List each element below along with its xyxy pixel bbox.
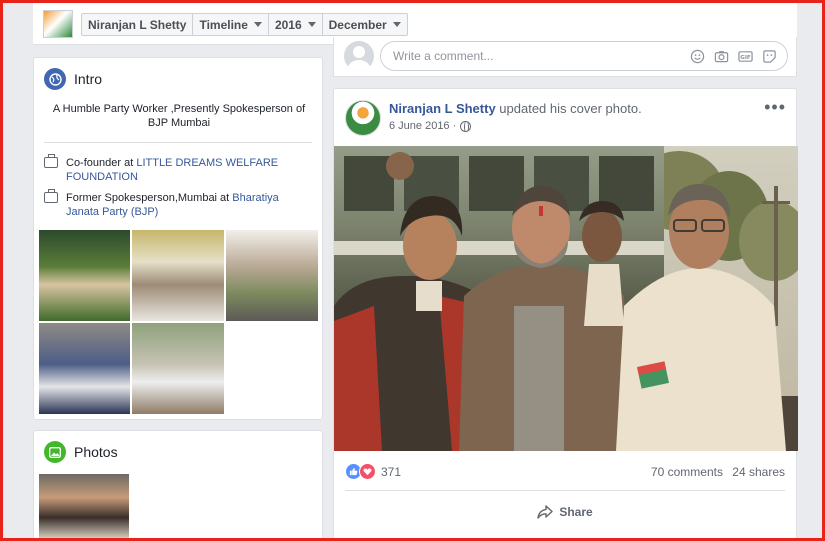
- intro-card: Intro A Humble Party Worker ,Presently S…: [33, 57, 323, 420]
- breadcrumb-name-label: Niranjan L Shetty: [88, 17, 187, 32]
- emoji-icon[interactable]: [690, 49, 705, 64]
- heart-icon: [359, 463, 376, 480]
- share-label: Share: [559, 505, 593, 519]
- comment-tools: GIF: [690, 49, 777, 64]
- chevron-down-icon: [307, 22, 316, 27]
- intro-bio: A Humble Party Worker ,Presently Spokesp…: [52, 103, 306, 129]
- cover-photo[interactable]: [334, 146, 798, 451]
- avatar: [344, 41, 374, 71]
- post-stats: 371 70 comments 24 shares: [345, 463, 785, 481]
- divider: [345, 490, 785, 491]
- breadcrumb-month-label: December: [328, 17, 387, 32]
- post-header: Niranjan L Shetty updated his cover phot…: [389, 101, 642, 116]
- profile-thumbnail[interactable]: [43, 10, 73, 38]
- svg-text:GIF: GIF: [740, 55, 751, 61]
- share-icon: [537, 505, 554, 519]
- featured-photo[interactable]: [131, 229, 225, 322]
- work-item: Former Spokesperson,Mumbai at Bharatiya …: [44, 189, 304, 219]
- photo-icon: [44, 441, 66, 463]
- work-role: Co-founder at: [66, 157, 137, 169]
- work-role: Former Spokesperson,Mumbai at: [66, 192, 233, 204]
- reaction-summary[interactable]: 371: [345, 463, 401, 480]
- breadcrumb: Niranjan L Shetty Timeline 2016 December: [81, 13, 408, 36]
- work-item: Co-founder at LITTLE DREAMS WELFARE FOUN…: [44, 154, 304, 184]
- engagement-counts: 70 comments 24 shares: [651, 465, 785, 479]
- photos-header: Photos: [44, 441, 118, 463]
- post-action: updated his cover photo.: [495, 101, 642, 116]
- featured-photo[interactable]: [38, 229, 131, 322]
- featured-photo[interactable]: [131, 322, 225, 415]
- comment-composer: Write a comment... GIF: [333, 37, 797, 77]
- chevron-down-icon: [392, 22, 401, 27]
- chevron-down-icon: [253, 22, 262, 27]
- divider: [44, 142, 312, 143]
- breadcrumb-month[interactable]: December: [323, 14, 407, 35]
- briefcase-icon: [44, 189, 58, 203]
- globe-icon: [44, 68, 66, 90]
- comment-count[interactable]: 70 comments: [651, 465, 723, 479]
- more-options-icon[interactable]: •••: [764, 97, 786, 118]
- photos-title[interactable]: Photos: [74, 444, 118, 460]
- intro-title: Intro: [74, 71, 103, 87]
- breadcrumb-year[interactable]: 2016: [269, 14, 323, 35]
- comment-input[interactable]: Write a comment... GIF: [380, 41, 788, 71]
- breadcrumb-year-label: 2016: [274, 17, 302, 32]
- gif-icon[interactable]: GIF: [738, 49, 753, 64]
- intro-header: Intro: [44, 68, 102, 90]
- featured-photo[interactable]: [38, 322, 131, 415]
- briefcase-icon: [44, 154, 58, 168]
- author-name[interactable]: Niranjan L Shetty: [389, 101, 496, 116]
- photos-card: Photos: [33, 430, 323, 541]
- comment-placeholder: Write a comment...: [393, 49, 494, 63]
- post-card: Niranjan L Shetty updated his cover phot…: [333, 88, 798, 541]
- sticker-icon[interactable]: [762, 49, 777, 64]
- share-count[interactable]: 24 shares: [732, 465, 785, 479]
- author-avatar[interactable]: [345, 100, 381, 136]
- breadcrumb-name[interactable]: Niranjan L Shetty: [82, 14, 194, 35]
- post-meta: 6 June 2016 ·: [389, 120, 472, 132]
- camera-icon[interactable]: [714, 49, 729, 64]
- breadcrumb-view[interactable]: Timeline: [193, 14, 269, 35]
- cover-photo-image: [334, 146, 798, 451]
- breadcrumb-view-label: Timeline: [199, 17, 248, 32]
- post-date[interactable]: 6 June 2016 ·: [389, 120, 456, 132]
- globe-icon: [460, 120, 472, 132]
- featured-photo[interactable]: [225, 229, 319, 322]
- photo-thumbnail[interactable]: [38, 473, 130, 541]
- reaction-count: 371: [381, 464, 402, 479]
- share-button[interactable]: Share: [345, 497, 785, 527]
